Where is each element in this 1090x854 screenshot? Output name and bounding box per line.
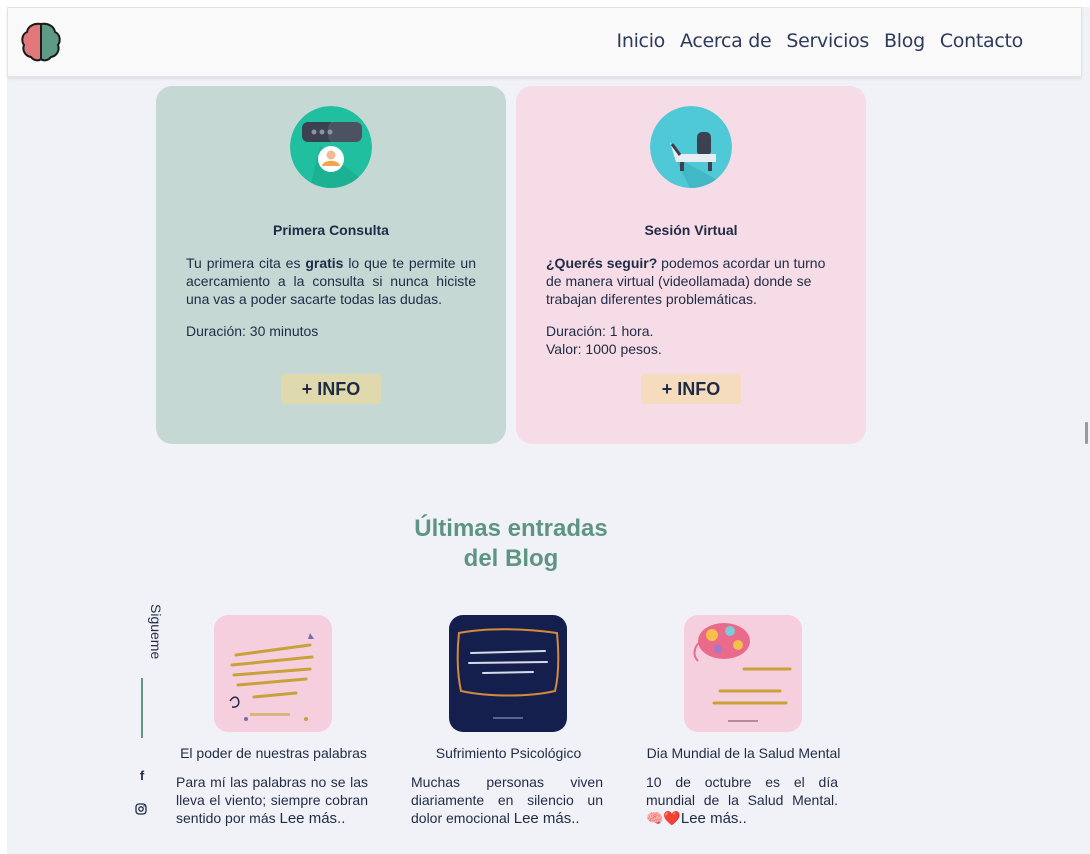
- service-card-sesion-virtual: Sesión Virtual ¿Querés seguir? podemos a…: [516, 86, 866, 444]
- facebook-icon[interactable]: f: [136, 768, 148, 783]
- window-frame-left: [0, 0, 7, 854]
- read-more-link[interactable]: Lee más..: [681, 810, 747, 827]
- chat-bubbles-person-icon: [290, 106, 372, 188]
- instagram-icon[interactable]: [135, 803, 147, 815]
- service-price: Valor: 1000 pesos.: [546, 341, 662, 357]
- scrollbar-thumb[interactable]: [1085, 422, 1088, 444]
- social-sidebar: Sigueme f: [124, 590, 164, 830]
- brain-heart-emoji-icon: 🧠❤️: [646, 810, 681, 826]
- service-description: Tu primera cita es gratis lo que te perm…: [186, 255, 476, 339]
- post-excerpt: Para mí las palabras no se las lleva el …: [176, 774, 368, 827]
- service-duration: Duración: 1 hora.: [546, 323, 654, 339]
- service-title: Sesión Virtual: [644, 222, 738, 238]
- brain-logo-icon[interactable]: [20, 21, 62, 63]
- follow-label: Sigueme: [148, 604, 164, 660]
- post-excerpt: 10 de octubre es el día mundial de la Sa…: [646, 774, 838, 827]
- post-title[interactable]: Dia Mundial de la Salud Mental: [626, 745, 861, 761]
- window-frame-top: [0, 0, 1090, 7]
- info-button-sesion-virtual[interactable]: + INFO: [641, 374, 741, 404]
- post-thumbnail[interactable]: [684, 615, 802, 732]
- service-duration: Duración: 30 minutos: [186, 323, 319, 339]
- post-thumbnail[interactable]: [449, 615, 567, 732]
- post-title[interactable]: El poder de nuestras palabras: [156, 745, 391, 761]
- service-description: ¿Querés seguir? podemos acordar un turno…: [546, 255, 826, 357]
- blog-section-heading: Últimas entradas del Blog: [414, 515, 608, 572]
- nav-servicios[interactable]: Servicios: [786, 30, 869, 52]
- post-thumbnail[interactable]: [214, 615, 332, 732]
- nav-contacto[interactable]: Contacto: [940, 30, 1023, 52]
- nav-acerca-de[interactable]: Acerca de: [680, 30, 772, 52]
- chair-icon: [650, 106, 732, 188]
- nav-blog[interactable]: Blog: [884, 30, 925, 52]
- read-more-link[interactable]: Lee más..: [280, 810, 346, 827]
- divider: [141, 678, 143, 738]
- service-title: Primera Consulta: [273, 222, 389, 238]
- post-excerpt: Muchas personas viven diariamente en sil…: [411, 774, 603, 827]
- service-card-primera-consulta: Primera Consulta Tu primera cita es grat…: [156, 86, 506, 444]
- nav-inicio[interactable]: Inicio: [617, 30, 666, 52]
- site-header: Inicio Acerca de Servicios Blog Contacto: [7, 7, 1082, 77]
- post-title[interactable]: Sufrimiento Psicológico: [391, 745, 626, 761]
- info-button-primera-consulta[interactable]: + INFO: [281, 374, 381, 404]
- read-more-link[interactable]: Lee más..: [514, 810, 580, 827]
- main-nav: Inicio Acerca de Servicios Blog Contacto: [617, 30, 1024, 52]
